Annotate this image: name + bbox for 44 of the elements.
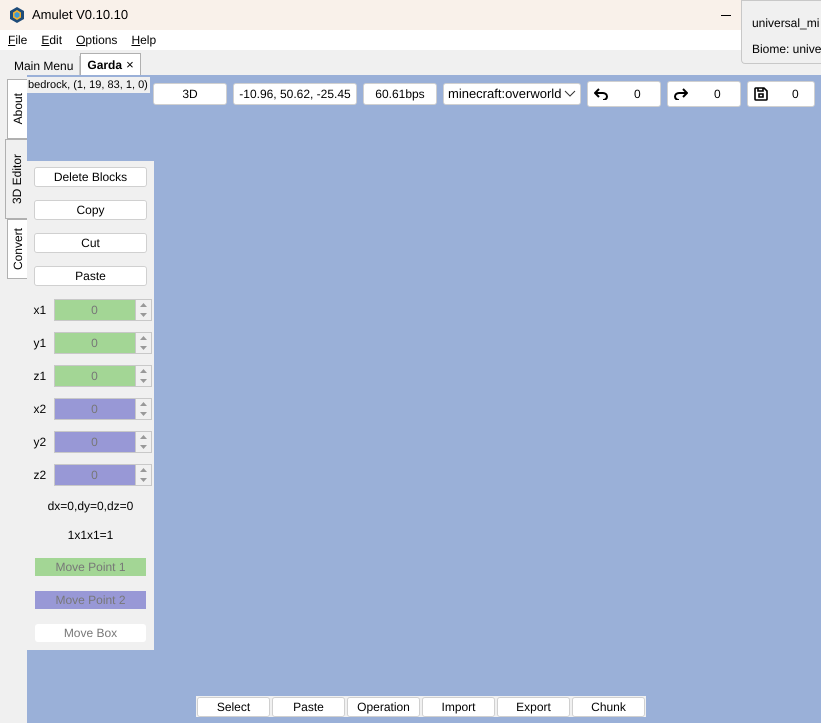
block-info-label: bedrock, (1, 19, 83, 1, 0) [27,77,150,93]
coordinate-label: y1 [32,335,48,352]
coordinate-label: z1 [32,368,48,385]
coordinate-label: y2 [32,434,48,451]
tool-tab[interactable]: Export [497,697,570,717]
dimension-dropdown[interactable]: minecraft:overworld [443,82,581,104]
camera-position: -10.96, 50.62, -25.45 [233,82,357,104]
speed-display[interactable]: 60.61bps [363,82,437,104]
tooltip-text: universal_mi [752,15,820,31]
menu-item[interactable]: Help [131,31,156,49]
panel-button[interactable]: Cut [34,233,147,253]
tool-tab[interactable]: Import [422,697,495,717]
coordinate-label: z2 [32,467,48,484]
view-mode-button[interactable]: 3D [153,82,227,104]
save-button[interactable]: 0 [747,80,815,106]
tooltip-text: Biome: unive [752,41,821,57]
tool-tab[interactable]: Paste [272,697,345,717]
redo-icon [674,88,688,100]
tool-tab[interactable]: Operation [347,697,420,717]
menu-item[interactable]: Options [76,31,118,49]
menu-item[interactable]: Edit [41,31,62,49]
coordinate-label: x1 [32,302,48,319]
window-title: Amulet V0.10.10 [32,6,128,24]
undo-button[interactable]: 0 [587,80,661,106]
undo-icon [594,88,608,100]
tool-tab[interactable]: Chunk [572,697,645,717]
tool-tab[interactable]: Select [197,697,270,717]
move-button[interactable]: Move Box [35,624,146,642]
save-icon [754,86,768,100]
volume-label: 1x1x1=1 [68,527,114,544]
panel-button[interactable]: Copy [34,200,147,220]
app-logo-icon [10,7,24,23]
chevron-down-icon [564,90,576,98]
document-tab[interactable]: Garda × [80,53,141,75]
side-tab[interactable]: Convert [7,219,27,279]
side-tab[interactable]: About [7,79,27,139]
menu-item[interactable]: File [8,31,28,49]
coordinate-label: x2 [32,401,48,418]
delta-label: dx=0,dy=0,dz=0 [48,498,134,515]
panel-button[interactable]: Paste [34,266,147,286]
redo-button[interactable]: 0 [667,80,741,106]
side-tab[interactable]: 3D Editor [5,139,27,219]
panel-button[interactable]: Delete Blocks [34,167,147,187]
close-icon[interactable]: × [126,54,134,74]
